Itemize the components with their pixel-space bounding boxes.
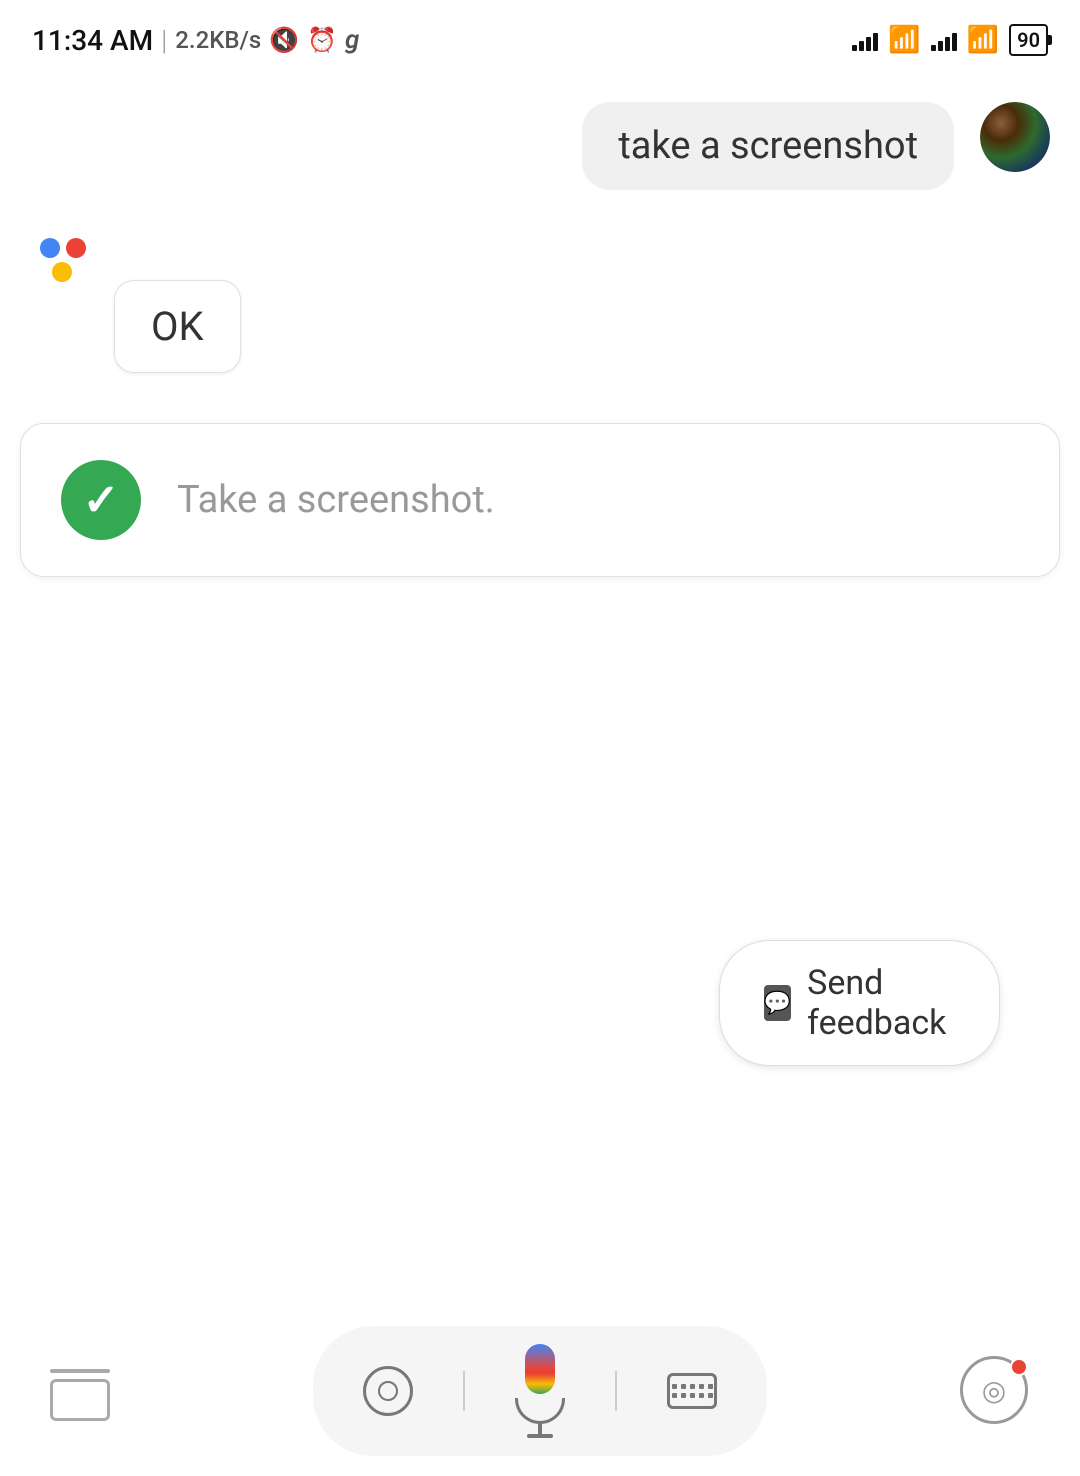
user-message-bubble: take a screenshot [582, 102, 954, 190]
separator: | [161, 24, 167, 57]
wifi-icon: 📶 [888, 25, 920, 55]
mute-icon: 🔇 [269, 26, 299, 54]
checkmark-icon: ✓ [83, 474, 120, 526]
time-display: 11:34 AM [32, 24, 153, 57]
assistant-response-text: OK [151, 303, 204, 350]
g-icon: g [345, 25, 359, 55]
compass-button[interactable]: ◎ [960, 1356, 1030, 1426]
wifi-icon-2: 📶 [967, 25, 999, 55]
lens-button[interactable] [363, 1366, 413, 1416]
google-dot-red [66, 238, 86, 258]
input-controls-pill [313, 1326, 767, 1456]
assistant-response-bubble: OK [114, 280, 241, 373]
key-row-1 [672, 1384, 713, 1389]
feedback-icon: 💬 [764, 985, 791, 1021]
microphone-button[interactable] [515, 1344, 565, 1438]
keyboard-button[interactable] [667, 1373, 717, 1409]
mic-base [538, 1424, 542, 1434]
send-feedback-label: Send feedback [807, 963, 955, 1043]
screen-icon-antenna [50, 1369, 110, 1373]
google-dot-yellow [52, 262, 72, 282]
separator-1 [463, 1371, 465, 1411]
success-check-circle: ✓ [61, 460, 141, 540]
mic-foot [527, 1434, 553, 1438]
user-avatar [980, 102, 1050, 172]
status-right: 📶 📶 90 [852, 24, 1048, 56]
compass-notification-dot [1010, 1358, 1028, 1376]
user-avatar-image [980, 102, 1050, 172]
lens-inner-circle [378, 1381, 398, 1401]
data-speed: 2.2KB/s [175, 26, 261, 54]
send-feedback-button[interactable]: 💬 Send feedback [719, 940, 1000, 1066]
screen-icon-body [50, 1379, 110, 1421]
action-card-text: Take a screenshot. [177, 478, 495, 522]
google-assistant-logo [30, 228, 96, 282]
alarm-icon: ⏰ [307, 26, 337, 54]
status-left: 11:34 AM | 2.2KB/s 🔇 ⏰ g [32, 24, 359, 57]
status-bar: 11:34 AM | 2.2KB/s 🔇 ⏰ g 📶 📶 90 [0, 0, 1080, 72]
bottom-bar: ◎ [0, 1306, 1080, 1476]
screens-button[interactable] [50, 1361, 120, 1421]
mic-stand [515, 1398, 565, 1424]
separator-2 [615, 1371, 617, 1411]
user-message-area: take a screenshot [0, 72, 1080, 210]
user-message-text: take a screenshot [618, 124, 918, 168]
battery-indicator: 90 [1009, 24, 1048, 56]
battery-level: 90 [1017, 28, 1040, 52]
action-card: ✓ Take a screenshot. [20, 423, 1060, 577]
mic-body [525, 1344, 555, 1394]
assistant-area: OK [0, 210, 1080, 393]
signal-bars-1 [852, 29, 878, 51]
signal-bars-2 [931, 29, 957, 51]
compass-needle-icon: ◎ [982, 1374, 1006, 1407]
google-dot-blue [40, 238, 60, 258]
key-row-2 [672, 1393, 713, 1398]
